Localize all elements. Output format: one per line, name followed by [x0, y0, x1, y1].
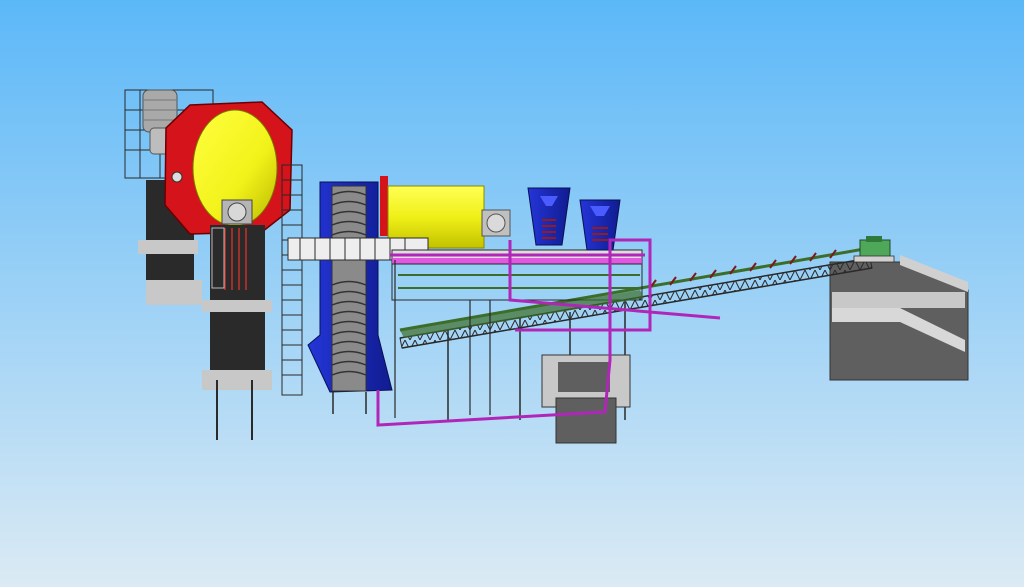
mill-gear-frame — [210, 225, 265, 295]
plant-elevation-scene — [0, 0, 1024, 587]
cyclone-hopper-2 — [579, 199, 621, 251]
primary-ball-mill — [164, 101, 293, 235]
cyclone-hopper-1 — [527, 187, 571, 246]
conveyor-head-drive — [853, 236, 895, 263]
